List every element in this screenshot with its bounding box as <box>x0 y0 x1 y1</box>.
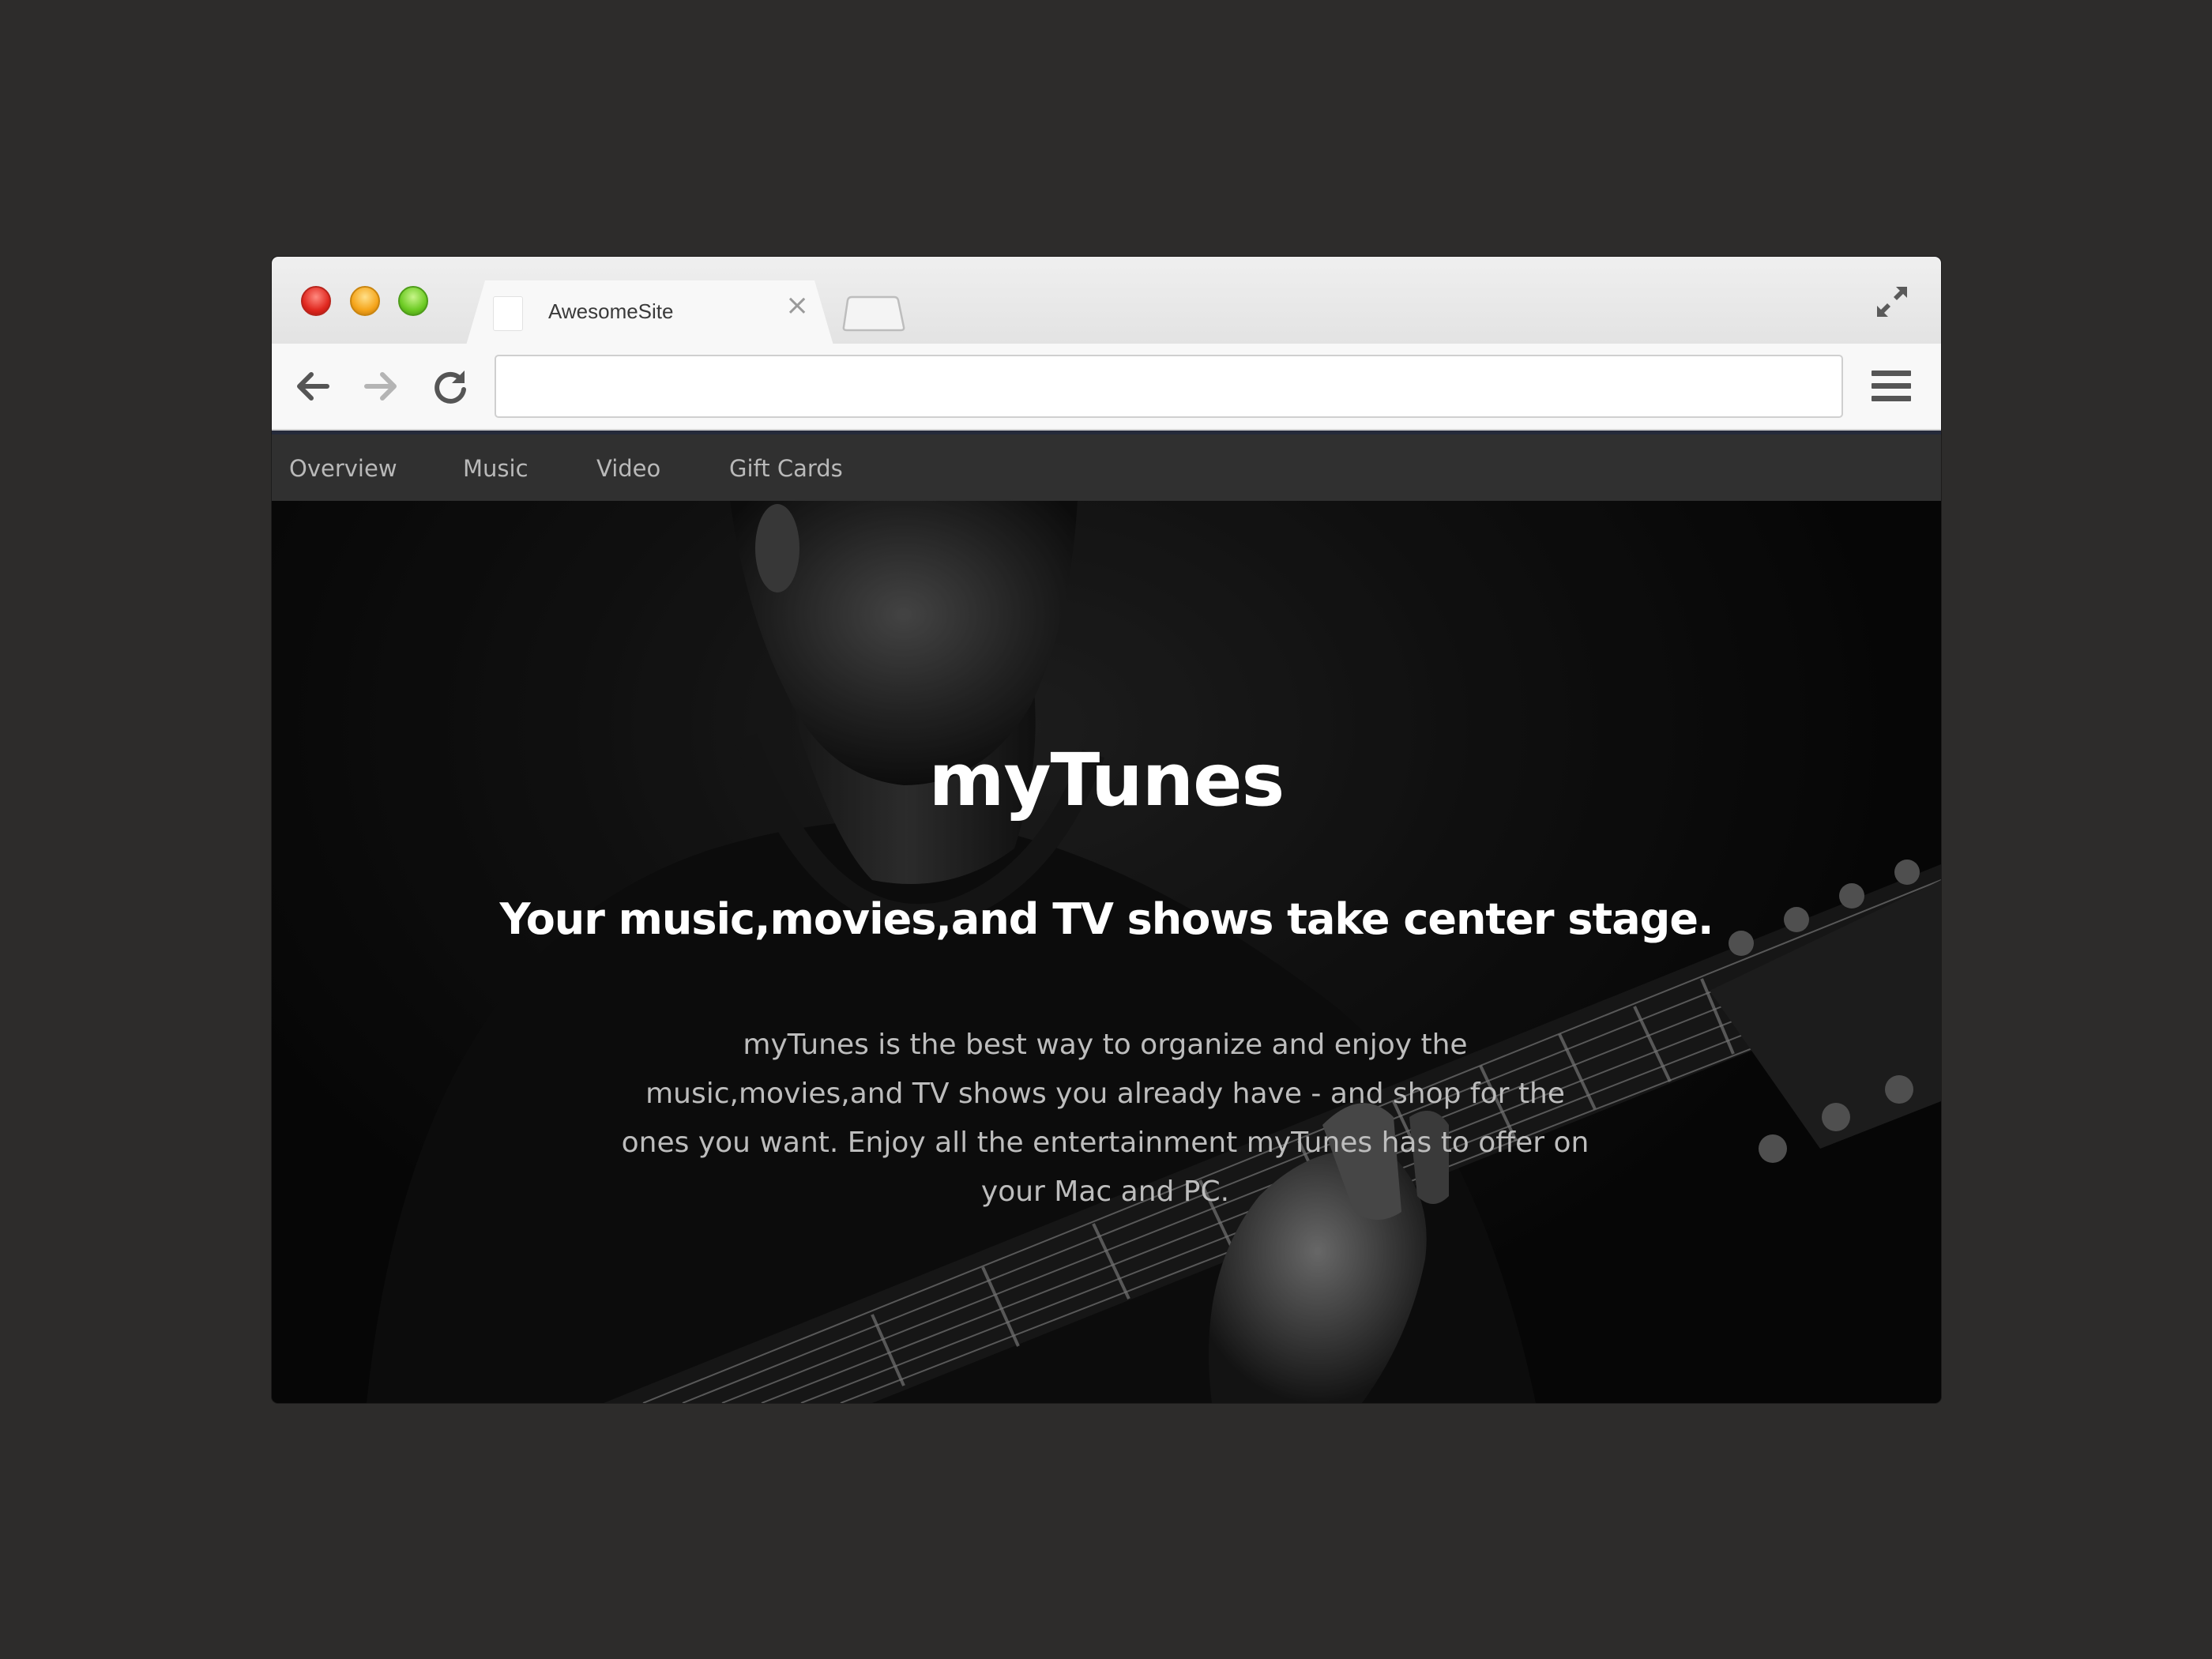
nav-link-overview[interactable]: Overview <box>289 455 397 482</box>
page-icon <box>493 296 523 331</box>
tab-close-icon[interactable]: × <box>785 292 809 320</box>
hamburger-menu-icon[interactable] <box>1872 371 1913 405</box>
close-window-button[interactable] <box>301 286 331 316</box>
nav-link-music[interactable]: Music <box>463 455 529 482</box>
address-bar[interactable] <box>495 355 1843 418</box>
nav-link-video[interactable]: Video <box>596 455 660 482</box>
hero-background-image <box>272 501 1941 1403</box>
hero-title: myTunes <box>928 738 1285 822</box>
minimize-window-button[interactable] <box>350 286 380 316</box>
zoom-window-button[interactable] <box>398 286 428 316</box>
hero-subtitle: Your music,movies,and TV shows take cent… <box>499 894 1714 944</box>
back-arrow-icon[interactable] <box>292 366 333 407</box>
site-nav: Overview Music Video Gift Cards <box>272 434 1941 501</box>
nav-link-gift-cards[interactable]: Gift Cards <box>729 455 843 482</box>
browser-toolbar <box>272 344 1941 431</box>
title-bar: AwesomeSite × <box>272 257 1941 345</box>
tab-title: AwesomeSite <box>548 299 674 323</box>
browser-tab[interactable]: AwesomeSite × <box>466 280 833 345</box>
reload-icon[interactable] <box>430 366 471 407</box>
hero-description: myTunes is the best way to organize and … <box>621 1029 1589 1208</box>
new-tab-button[interactable] <box>841 294 907 332</box>
hero-section: myTunes Your music,movies,and TV shows t… <box>272 501 1941 1403</box>
browser-window: AwesomeSite × Overview Music Video Gift … <box>272 257 1941 1403</box>
fullscreen-icon[interactable] <box>1872 282 1912 322</box>
forward-arrow-icon[interactable] <box>360 366 401 407</box>
